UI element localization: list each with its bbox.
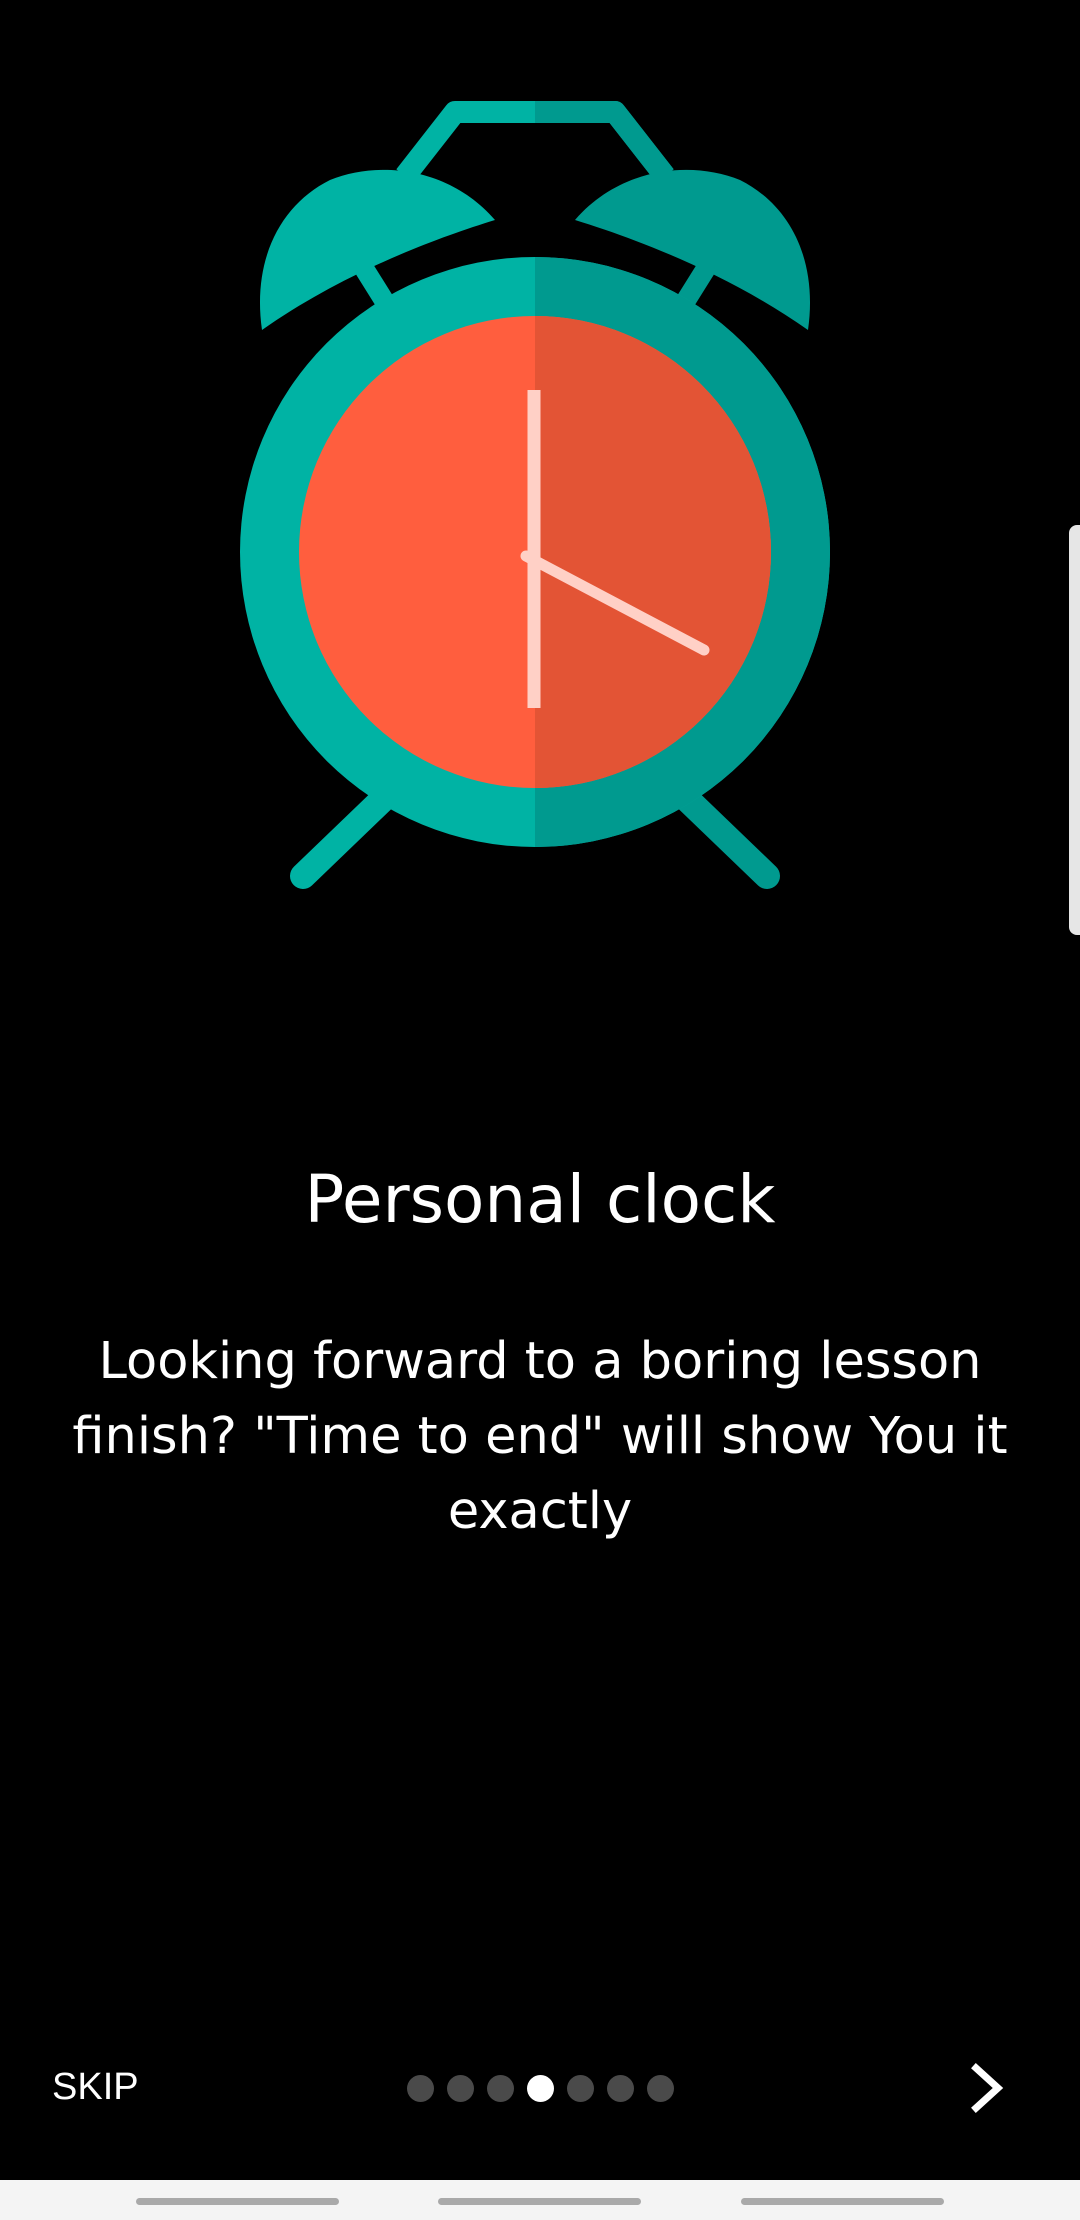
page-dot-7 [647, 2074, 674, 2102]
page-description: Looking forward to a boring lesson finis… [72, 1332, 1008, 1541]
edge-panel-handle[interactable] [1069, 525, 1080, 935]
nav-home-pill[interactable] [438, 2198, 641, 2205]
system-nav-bar [0, 2180, 1080, 2220]
page-dot-5 [567, 2074, 594, 2102]
page-dot-3 [487, 2074, 514, 2102]
chevron-right-icon [971, 2063, 1004, 2113]
page-indicator [407, 2074, 674, 2102]
page-dot-2 [447, 2074, 474, 2102]
page-dot-6 [607, 2074, 634, 2102]
clock-top-handle [396, 101, 674, 183]
skip-button[interactable]: SKIP [52, 2062, 139, 2112]
next-button[interactable] [962, 2062, 1012, 2114]
page-dot-4-active [527, 2074, 554, 2102]
page-dot-1 [407, 2074, 434, 2102]
page-title: Personal clock [304, 1161, 776, 1238]
alarm-clock-icon [240, 101, 830, 889]
nav-recents-pill[interactable] [136, 2198, 339, 2205]
nav-back-pill[interactable] [741, 2198, 944, 2205]
